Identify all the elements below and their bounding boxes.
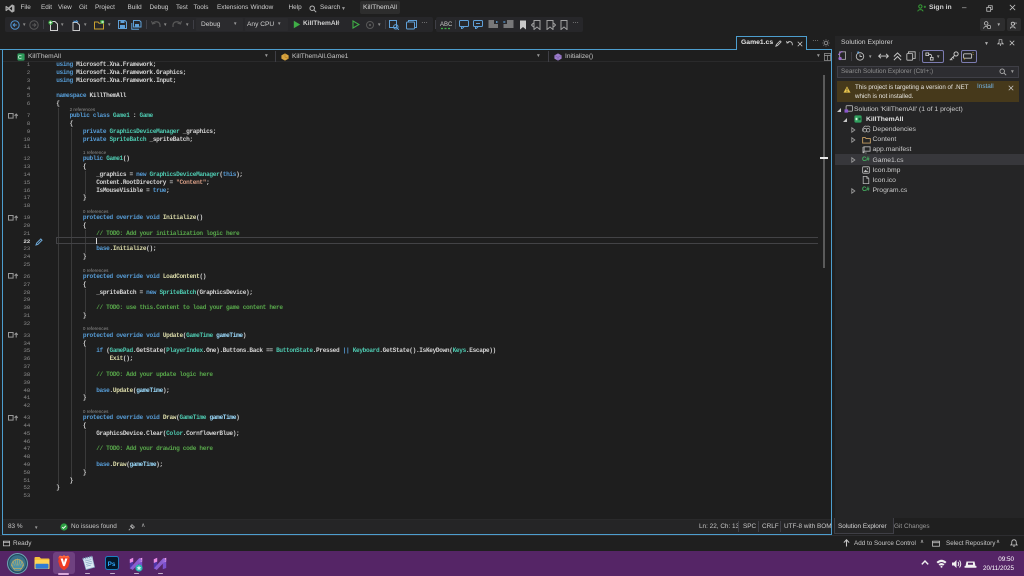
svg-text:P: P <box>1014 21 1017 26</box>
svg-text:ABC: ABC <box>440 22 452 28</box>
svg-text:Ps: Ps <box>108 561 116 568</box>
svg-text:C: C <box>18 55 22 61</box>
